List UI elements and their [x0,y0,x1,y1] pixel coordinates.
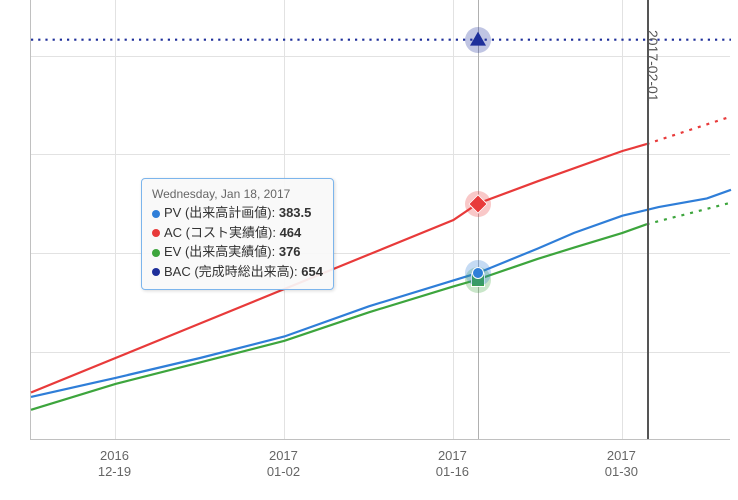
tooltip-crosshair [478,0,479,439]
tooltip-row: PV (出来高計画値): 383.5 [152,203,323,223]
tooltip-date: Wednesday, Jan 18, 2017 [152,187,323,201]
chart-lines [31,0,731,440]
chart-tooltip: Wednesday, Jan 18, 2017 PV (出来高計画値): 383… [141,178,334,290]
x-tick: 201701-02 [243,448,323,481]
x-tick: 201701-16 [412,448,492,481]
tooltip-row: EV (出来高実績値): 376 [152,242,323,262]
tooltip-row: AC (コスト実績値): 464 [152,223,323,243]
chart-plot-area[interactable]: 2017-02-01 Wednesday, Jan 18, 2017 PV (出… [30,0,730,440]
x-axis: 201612-19 201701-02 201701-16 201701-30 [30,448,730,488]
x-tick: 201612-19 [74,448,154,481]
tooltip-row: BAC (完成時総出来高): 654 [152,262,323,282]
reference-line-label: 2017-02-01 [645,30,661,102]
x-tick: 201701-30 [581,448,661,481]
